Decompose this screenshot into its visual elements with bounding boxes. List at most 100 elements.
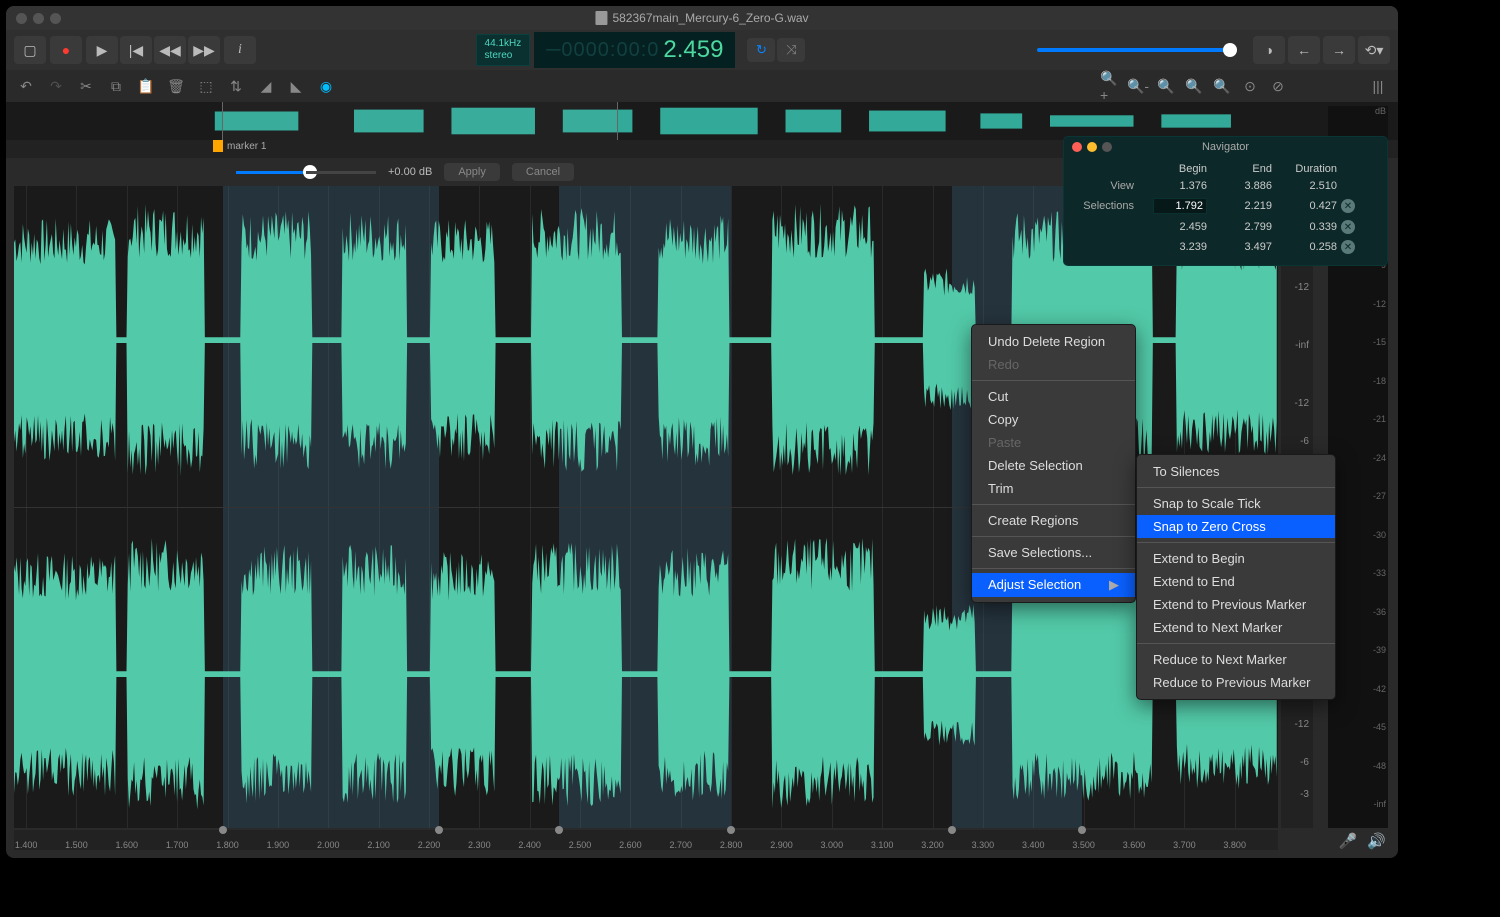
loop-toggle[interactable]: ↻ [747, 38, 775, 62]
remove-selection-icon[interactable]: ✕ [1341, 240, 1355, 254]
speaker-icon[interactable]: 🔊 [1367, 832, 1386, 850]
ruler-tick: 2.900 [770, 840, 793, 850]
zoom-fit-icon[interactable]: 🔍 [1184, 76, 1204, 96]
sub-snap-scale[interactable]: Snap to Scale Tick [1137, 492, 1335, 515]
sub-to-silences[interactable]: To Silences [1137, 460, 1335, 483]
undo-button[interactable]: ↶ [16, 76, 36, 96]
nav-sel-duration[interactable]: 0.427 [1272, 200, 1337, 212]
sub-extend-begin[interactable]: Extend to Begin [1137, 547, 1335, 570]
level-tool[interactable]: ⇅ [226, 76, 246, 96]
minimize-window[interactable] [33, 13, 44, 24]
remove-selection-icon[interactable]: ✕ [1341, 199, 1355, 213]
volume-slider[interactable] [1037, 48, 1237, 52]
nav-zoom[interactable] [1102, 142, 1112, 152]
rewind-start-button[interactable]: |◀ [120, 36, 152, 64]
shuffle-toggle[interactable]: ⤨ [777, 38, 805, 62]
nav-back-button[interactable]: ← [1288, 36, 1320, 64]
selection-handle[interactable] [727, 826, 735, 834]
delete-button[interactable]: 🗑 [166, 76, 186, 96]
sub-snap-zero[interactable]: Snap to Zero Cross [1137, 515, 1335, 538]
ctx-cut[interactable]: Cut [972, 385, 1135, 408]
meter-tick: -39 [1373, 645, 1386, 655]
nav-sel-end[interactable]: 2.219 [1207, 200, 1272, 212]
sub-extend-next[interactable]: Extend to Next Marker [1137, 616, 1335, 639]
nav-sel-end[interactable]: 2.799 [1207, 221, 1272, 233]
nav-forward-button[interactable]: → [1323, 36, 1355, 64]
marker-1[interactable]: marker 1 [213, 140, 266, 152]
ruler-tick: 3.100 [871, 840, 894, 850]
nav-view-end[interactable]: 3.886 [1207, 180, 1272, 192]
filename-label: 582367main_Mercury-6_Zero-G.wav [612, 11, 808, 25]
mic-icon[interactable]: 🎤 [1339, 832, 1358, 850]
ctx-delete-selection[interactable]: Delete Selection [972, 454, 1135, 477]
fade-out-tool[interactable]: ◣ [286, 76, 306, 96]
ruler-tick: 2.000 [317, 840, 340, 850]
copy-button[interactable]: ⧉ [106, 76, 126, 96]
overview-strip[interactable] [6, 102, 1398, 140]
nav-sel-end[interactable]: 3.497 [1207, 241, 1272, 253]
time-ruler[interactable]: 1.4001.5001.6001.7001.8001.9002.0002.100… [14, 830, 1278, 850]
play-button[interactable]: ▶ [86, 36, 118, 64]
meter-tick: -21 [1373, 414, 1386, 424]
paste-button[interactable]: 📋 [136, 76, 156, 96]
nav-sel-begin[interactable]: 2.459 [1142, 221, 1207, 233]
history-button[interactable]: ⟲▾ [1358, 36, 1390, 64]
cut-button[interactable]: ✂ [76, 76, 96, 96]
nav-sel-begin-input[interactable] [1153, 198, 1207, 214]
ctx-redo[interactable]: Redo [972, 353, 1135, 376]
record-button[interactable]: ● [50, 36, 82, 64]
ctx-save-selections[interactable]: Save Selections... [972, 541, 1135, 564]
zoom-out-icon[interactable]: 🔍- [1128, 76, 1148, 96]
apply-button[interactable]: Apply [444, 163, 500, 181]
sidebar-toggle[interactable]: ▢ [14, 36, 46, 64]
nav-sel-begin[interactable]: 3.239 [1142, 241, 1207, 253]
nav-selections-label: Selections [1072, 200, 1142, 212]
close-window[interactable] [16, 13, 27, 24]
selection-handle[interactable] [555, 826, 563, 834]
fade-in-tool[interactable]: ◢ [256, 76, 276, 96]
snap-icon[interactable]: ⊙ [1240, 76, 1260, 96]
forward-button[interactable]: ▶▶ [188, 36, 220, 64]
ctx-paste[interactable]: Paste [972, 431, 1135, 454]
selection-handle[interactable] [948, 826, 956, 834]
ctx-create-regions[interactable]: Create Regions [972, 509, 1135, 532]
nav-view-begin[interactable]: 1.376 [1142, 180, 1207, 192]
nav-view-duration[interactable]: 2.510 [1272, 180, 1337, 192]
sub-reduce-prev[interactable]: Reduce to Previous Marker [1137, 671, 1335, 694]
sub-reduce-next[interactable]: Reduce to Next Marker [1137, 648, 1335, 671]
sub-extend-end[interactable]: Extend to End [1137, 570, 1335, 593]
crop-button[interactable]: ⬚ [196, 76, 216, 96]
nav-close[interactable] [1072, 142, 1082, 152]
selection-handle[interactable] [219, 826, 227, 834]
overview-waveform [6, 102, 1398, 140]
document-icon [595, 11, 607, 25]
rewind-button[interactable]: ◀◀ [154, 36, 186, 64]
cancel-button[interactable]: Cancel [512, 163, 574, 181]
nav-minimize[interactable] [1087, 142, 1097, 152]
snap-zero-icon[interactable]: ⊘ [1268, 76, 1288, 96]
ctx-undo[interactable]: Undo Delete Region [972, 330, 1135, 353]
redo-button[interactable]: ↷ [46, 76, 66, 96]
gain-slider[interactable] [236, 171, 376, 174]
zoom-v-icon[interactable]: 🔍 [1212, 76, 1232, 96]
selection-handle[interactable] [435, 826, 443, 834]
sub-extend-prev[interactable]: Extend to Previous Marker [1137, 593, 1335, 616]
remove-selection-icon[interactable]: ✕ [1341, 220, 1355, 234]
nav-sel-duration[interactable]: 0.339 [1272, 221, 1337, 233]
info-button[interactable]: i [224, 36, 256, 64]
ruler-tick: 1.800 [216, 840, 239, 850]
nav-selection-row: 2.4592.7990.339 ✕ [1072, 217, 1379, 237]
navigator-toggle[interactable]: ◑ [1253, 36, 1285, 64]
meter-toggle[interactable]: ||| [1368, 76, 1388, 96]
zoom-in-icon[interactable]: 🔍+ [1100, 76, 1120, 96]
selection-handle[interactable] [1078, 826, 1086, 834]
ctx-trim[interactable]: Trim [972, 477, 1135, 500]
maximize-window[interactable] [50, 13, 61, 24]
overview-viewport[interactable] [222, 102, 619, 140]
zoom-sel-icon[interactable]: 🔍 [1156, 76, 1176, 96]
nav-sel-duration[interactable]: 0.258 [1272, 241, 1337, 253]
effects-button[interactable]: ◉ [316, 76, 336, 96]
ctx-adjust-selection[interactable]: Adjust Selection▶ [972, 573, 1135, 597]
time-display[interactable]: ─0000:00:02.459 [534, 32, 735, 68]
ctx-copy[interactable]: Copy [972, 408, 1135, 431]
